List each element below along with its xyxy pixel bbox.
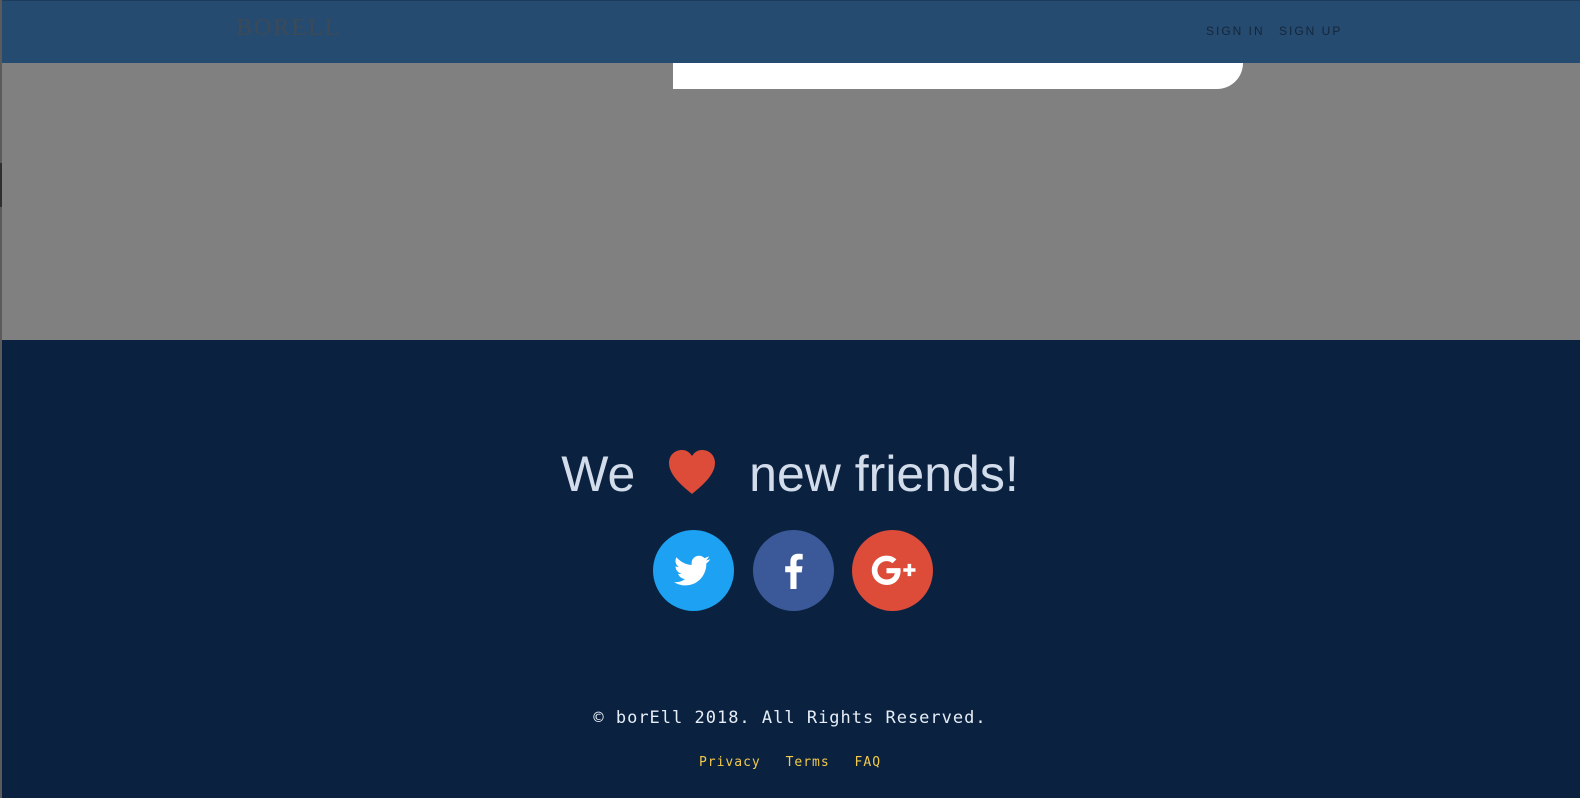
logo[interactable]: BORELL: [236, 16, 341, 40]
google-plus-button[interactable]: [852, 530, 933, 611]
modal-panel-bottom: [673, 63, 1243, 89]
page: BORELL SIGN IN SIGN UP We new friends! ©…: [0, 0, 1580, 798]
sign-in-link[interactable]: SIGN IN: [1206, 25, 1265, 37]
modal-overlay: [0, 63, 1580, 340]
sign-up-link[interactable]: SIGN UP: [1279, 25, 1342, 37]
tagline: We new friends!: [0, 445, 1580, 499]
tagline-prefix: We: [561, 445, 636, 502]
facebook-button[interactable]: [753, 530, 834, 611]
faq-link[interactable]: FAQ: [855, 755, 881, 770]
header-bar: BORELL SIGN IN SIGN UP: [0, 0, 1580, 63]
footer-links: Privacy Terms FAQ: [0, 756, 1580, 769]
heart-icon: [665, 447, 719, 495]
tagline-suffix: new friends!: [749, 445, 1019, 502]
left-edge-strip: [0, 0, 2, 798]
left-edge-shadow: [0, 163, 2, 207]
facebook-icon: [785, 553, 803, 589]
google-plus-icon: [871, 555, 916, 585]
footer: We new friends! © borEll 2018. All Right…: [0, 340, 1580, 798]
terms-link[interactable]: Terms: [786, 755, 830, 770]
twitter-button[interactable]: [653, 530, 734, 611]
copyright-text: © borEll 2018. All Rights Reserved.: [593, 708, 987, 728]
twitter-icon: [674, 555, 710, 586]
social-links: [653, 530, 933, 611]
privacy-link[interactable]: Privacy: [699, 755, 761, 770]
